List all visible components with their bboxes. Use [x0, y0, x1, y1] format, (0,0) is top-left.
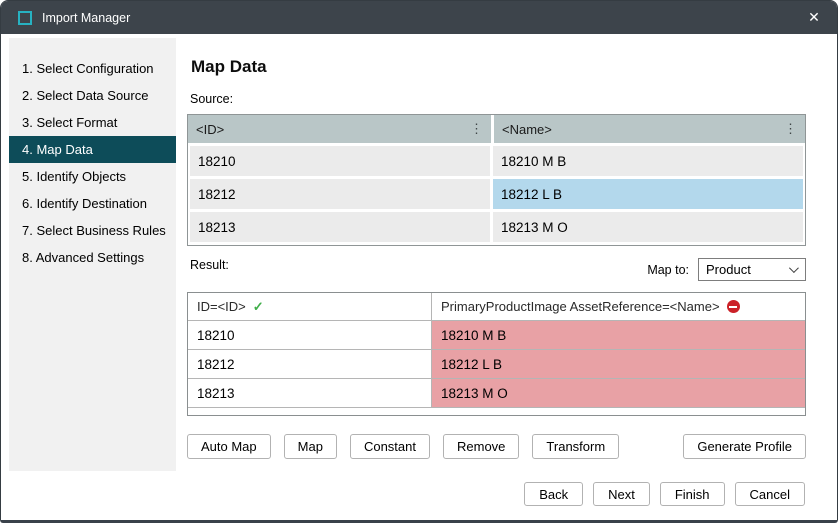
wizard-steps-sidebar: 1. Select Configuration 2. Select Data S…: [9, 38, 176, 471]
sidebar-item-map-data[interactable]: 4. Map Data: [9, 136, 176, 163]
source-table: <ID> ⋮ <Name> ⋮ 18210 18210 M B 18212 18…: [187, 114, 806, 246]
table-row: 18213 18213 M O: [188, 212, 805, 242]
finish-button[interactable]: Finish: [660, 482, 725, 506]
source-column-id-label: <ID>: [196, 122, 224, 137]
result-cell-error[interactable]: 18213 M O: [432, 379, 805, 407]
table-row: 18210 18210 M B: [188, 321, 805, 350]
sidebar-item-select-configuration[interactable]: 1. Select Configuration: [9, 55, 176, 82]
window-title: Import Manager: [42, 11, 130, 25]
result-column-image-label: PrimaryProductImage AssetReference=<Name…: [441, 299, 720, 314]
map-to-label: Map to:: [647, 263, 689, 277]
result-column-header-id[interactable]: ID=<ID> ✓: [188, 293, 432, 320]
source-column-header-name[interactable]: <Name> ⋮: [494, 115, 805, 143]
app-icon: [18, 11, 32, 25]
page-title: Map Data: [191, 57, 267, 77]
source-cell-id[interactable]: 18213: [190, 212, 490, 242]
source-cell-name-selected[interactable]: 18212 L B: [493, 179, 803, 209]
mapped-error-icon: [727, 300, 740, 313]
sidebar-item-identify-objects[interactable]: 5. Identify Objects: [9, 163, 176, 190]
map-button[interactable]: Map: [284, 434, 337, 459]
import-manager-window: Import Manager ✕ 1. Select Configuration…: [0, 0, 838, 523]
source-cell-id[interactable]: 18210: [190, 146, 490, 176]
source-cell-name[interactable]: 18210 M B: [493, 146, 803, 176]
result-column-header-image[interactable]: PrimaryProductImage AssetReference=<Name…: [432, 293, 805, 320]
wizard-navigation: Back Next Finish Cancel: [524, 482, 805, 506]
result-table: ID=<ID> ✓ PrimaryProductImage AssetRefer…: [187, 292, 806, 416]
source-cell-name[interactable]: 18213 M O: [493, 212, 803, 242]
mapping-actions: Auto Map Map Constant Remove Transform G…: [187, 434, 806, 459]
table-row: 18210 18210 M B: [188, 146, 805, 176]
mapped-ok-icon: ✓: [253, 299, 264, 315]
transform-button[interactable]: Transform: [532, 434, 619, 459]
sidebar-item-advanced-settings[interactable]: 8. Advanced Settings: [9, 244, 176, 271]
next-button[interactable]: Next: [593, 482, 650, 506]
generate-profile-button[interactable]: Generate Profile: [683, 434, 806, 459]
sidebar-item-identify-destination[interactable]: 6. Identify Destination: [9, 190, 176, 217]
result-table-filler: [188, 408, 805, 415]
source-label: Source:: [190, 92, 233, 106]
result-cell-error[interactable]: 18212 L B: [432, 350, 805, 378]
constant-button[interactable]: Constant: [350, 434, 430, 459]
result-cell-id[interactable]: 18213: [188, 379, 432, 407]
cancel-button[interactable]: Cancel: [735, 482, 805, 506]
auto-map-button[interactable]: Auto Map: [187, 434, 271, 459]
table-row: 18212 18212 L B: [188, 350, 805, 379]
result-label: Result:: [190, 258, 229, 272]
chevron-down-icon: [789, 263, 799, 273]
map-to-row: Map to: Product: [601, 258, 806, 281]
table-row: 18213 18213 M O: [188, 379, 805, 408]
result-table-header: ID=<ID> ✓ PrimaryProductImage AssetRefer…: [188, 293, 805, 321]
result-cell-id[interactable]: 18212: [188, 350, 432, 378]
result-cell-id[interactable]: 18210: [188, 321, 432, 349]
map-to-select[interactable]: Product: [698, 258, 806, 281]
table-row: 18212 18212 L B: [188, 179, 805, 209]
source-table-header: <ID> ⋮ <Name> ⋮: [188, 115, 805, 143]
sidebar-item-select-business-rules[interactable]: 7. Select Business Rules: [9, 217, 176, 244]
source-column-name-label: <Name>: [502, 122, 552, 137]
close-icon[interactable]: ✕: [791, 1, 837, 34]
back-button[interactable]: Back: [524, 482, 583, 506]
titlebar: Import Manager ✕: [1, 1, 837, 34]
sidebar-item-select-format[interactable]: 3. Select Format: [9, 109, 176, 136]
map-to-value: Product: [706, 262, 751, 277]
sidebar-item-select-data-source[interactable]: 2. Select Data Source: [9, 82, 176, 109]
result-column-id-label: ID=<ID>: [197, 299, 246, 314]
result-cell-error[interactable]: 18210 M B: [432, 321, 805, 349]
source-cell-id[interactable]: 18212: [190, 179, 490, 209]
source-column-header-id[interactable]: <ID> ⋮: [188, 115, 491, 143]
remove-button[interactable]: Remove: [443, 434, 519, 459]
column-menu-icon[interactable]: ⋮: [784, 121, 797, 137]
column-menu-icon[interactable]: ⋮: [470, 121, 483, 137]
